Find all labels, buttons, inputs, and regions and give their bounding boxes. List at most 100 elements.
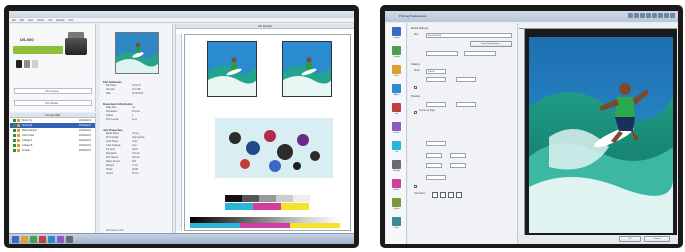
- print-media-field[interactable]: Print Media: [14, 100, 92, 106]
- menu-bar: File Edit View Printer Job Window Help: [9, 18, 354, 23]
- tool-icon[interactable]: [652, 13, 657, 18]
- surfer-image-1[interactable]: [207, 41, 257, 97]
- info-row: Resolution 720 dpi: [106, 153, 170, 155]
- print-icon[interactable]: [30, 236, 37, 243]
- info-row: File Name Surfer.tif: [106, 85, 170, 87]
- tool-icon[interactable]: [664, 13, 669, 18]
- info-value: Glossy: [132, 133, 140, 135]
- option-field[interactable]: [426, 163, 442, 168]
- color-icon: [392, 65, 401, 74]
- size-label: Size: [414, 34, 419, 36]
- menu-edit[interactable]: Edit: [20, 19, 24, 22]
- size-select[interactable]: A3 (297x420): [426, 33, 512, 38]
- vertical-ruler: [176, 34, 182, 231]
- nav-item-layout[interactable]: Layout: [388, 26, 405, 43]
- info-key: Output: [106, 173, 113, 175]
- orientation-portrait-icon[interactable]: [432, 192, 438, 198]
- surfer-photo[interactable]: [529, 37, 673, 233]
- menu-job[interactable]: Job: [48, 19, 52, 22]
- image-icon[interactable]: [48, 236, 55, 243]
- nav-item-color[interactable]: Color: [388, 64, 405, 81]
- nav-item-ink[interactable]: Ink: [388, 140, 405, 157]
- nav-item-label: Job: [394, 113, 399, 115]
- menu-file[interactable]: File: [12, 19, 16, 22]
- info-row: Ink Limit 100%: [106, 149, 170, 151]
- nav-item-label: Option: [393, 208, 400, 210]
- tool-icon[interactable]: [658, 13, 663, 18]
- horizontal-ruler: [519, 23, 677, 29]
- cancel-button[interactable]: Cancel: [644, 236, 670, 242]
- orientation-rotate-icon[interactable]: [448, 192, 454, 198]
- scale-y-field[interactable]: [456, 77, 476, 82]
- info-key: Ink Limit: [106, 149, 115, 151]
- menu-window[interactable]: Window: [56, 19, 65, 22]
- settings-icon[interactable]: [57, 236, 64, 243]
- trash-icon[interactable]: [66, 236, 73, 243]
- tool-icon[interactable]: [646, 13, 651, 18]
- nav-item-scaling[interactable]: Scaling: [388, 159, 405, 176]
- option-field[interactable]: [426, 175, 446, 180]
- keep-ratio-checkbox[interactable]: [414, 86, 417, 89]
- option-field[interactable]: [426, 153, 442, 158]
- center-checkbox[interactable]: [414, 111, 417, 114]
- menu-help[interactable]: Help: [69, 19, 74, 22]
- print-queue-field[interactable]: Print Queue: [14, 88, 92, 94]
- width-field[interactable]: [426, 51, 458, 56]
- info-key: Color Settings: [106, 145, 121, 147]
- info-key: Print Quality: [106, 137, 119, 139]
- info-row: Paper Source Roll: [106, 161, 170, 163]
- menu-printer[interactable]: Printer: [37, 19, 44, 22]
- preferences-nav: Layout Quality Color Adjust Job Profile Ink Sca…: [386, 23, 407, 244]
- job-thumbnail[interactable]: [115, 32, 159, 74]
- media-settings-group: Media Settings: [411, 27, 429, 30]
- job-row[interactable]: Portrait 2010/12/21: [10, 148, 95, 153]
- orientation-flip-icon[interactable]: [456, 192, 462, 198]
- start-icon[interactable]: [12, 236, 19, 243]
- info-key: Orientation: [106, 111, 118, 113]
- info-row: Print Quality High Quality: [106, 137, 170, 139]
- option-icon: [392, 198, 401, 207]
- info-row: Date 2010/12/21: [106, 93, 170, 95]
- info-key: Copies: [106, 115, 114, 117]
- nav-item-help[interactable]: Help: [388, 216, 405, 233]
- adjust-icon: [392, 84, 401, 93]
- scale-x-field[interactable]: [426, 77, 446, 82]
- option-field[interactable]: [450, 163, 466, 168]
- tool-icon[interactable]: [634, 13, 639, 18]
- position-y-field[interactable]: [456, 102, 476, 107]
- info-row: Print Speed Normal: [106, 157, 170, 159]
- job-preview: Job Preview: [175, 24, 354, 244]
- option-field[interactable]: [450, 153, 466, 158]
- surfer-image-2[interactable]: [282, 41, 332, 97]
- nav-item-adjust[interactable]: Adjust: [388, 83, 405, 100]
- user-defined-size-button[interactable]: User Defined Size...: [470, 41, 512, 47]
- mirror-checkbox[interactable]: [414, 185, 417, 188]
- menu-view[interactable]: View: [28, 19, 33, 22]
- tool-icon[interactable]: [670, 13, 675, 18]
- orientation-landscape-icon[interactable]: [440, 192, 446, 198]
- info-key: File Name: [106, 85, 117, 87]
- printer-name: DS-600: [20, 37, 34, 42]
- option-field[interactable]: [426, 141, 446, 146]
- center-label: Center on Page: [419, 110, 436, 112]
- position-x-field[interactable]: [426, 102, 446, 107]
- nav-item-media[interactable]: Media: [388, 178, 405, 195]
- title-bar[interactable]: [9, 11, 354, 18]
- stop-icon[interactable]: [39, 236, 46, 243]
- nav-item-job[interactable]: Job: [388, 102, 405, 119]
- nav-item-label: Color: [394, 75, 399, 77]
- print-media-label: Print Media: [45, 101, 59, 105]
- nav-item-quality[interactable]: Quality: [388, 45, 405, 62]
- ok-button[interactable]: OK: [619, 236, 641, 242]
- taskbar: [9, 233, 354, 244]
- folder-icon[interactable]: [21, 236, 28, 243]
- height-field[interactable]: [464, 51, 496, 56]
- nav-item-option[interactable]: Option: [388, 197, 405, 214]
- ink-light-icon: [32, 60, 38, 68]
- collage-image[interactable]: [215, 118, 333, 178]
- nav-item-profile[interactable]: Profile: [388, 121, 405, 138]
- scale-field[interactable]: 100.00: [426, 69, 446, 74]
- title-bar[interactable]: Printing Preferences: [385, 11, 678, 22]
- tool-icon[interactable]: [628, 13, 633, 18]
- tool-icon[interactable]: [640, 13, 645, 18]
